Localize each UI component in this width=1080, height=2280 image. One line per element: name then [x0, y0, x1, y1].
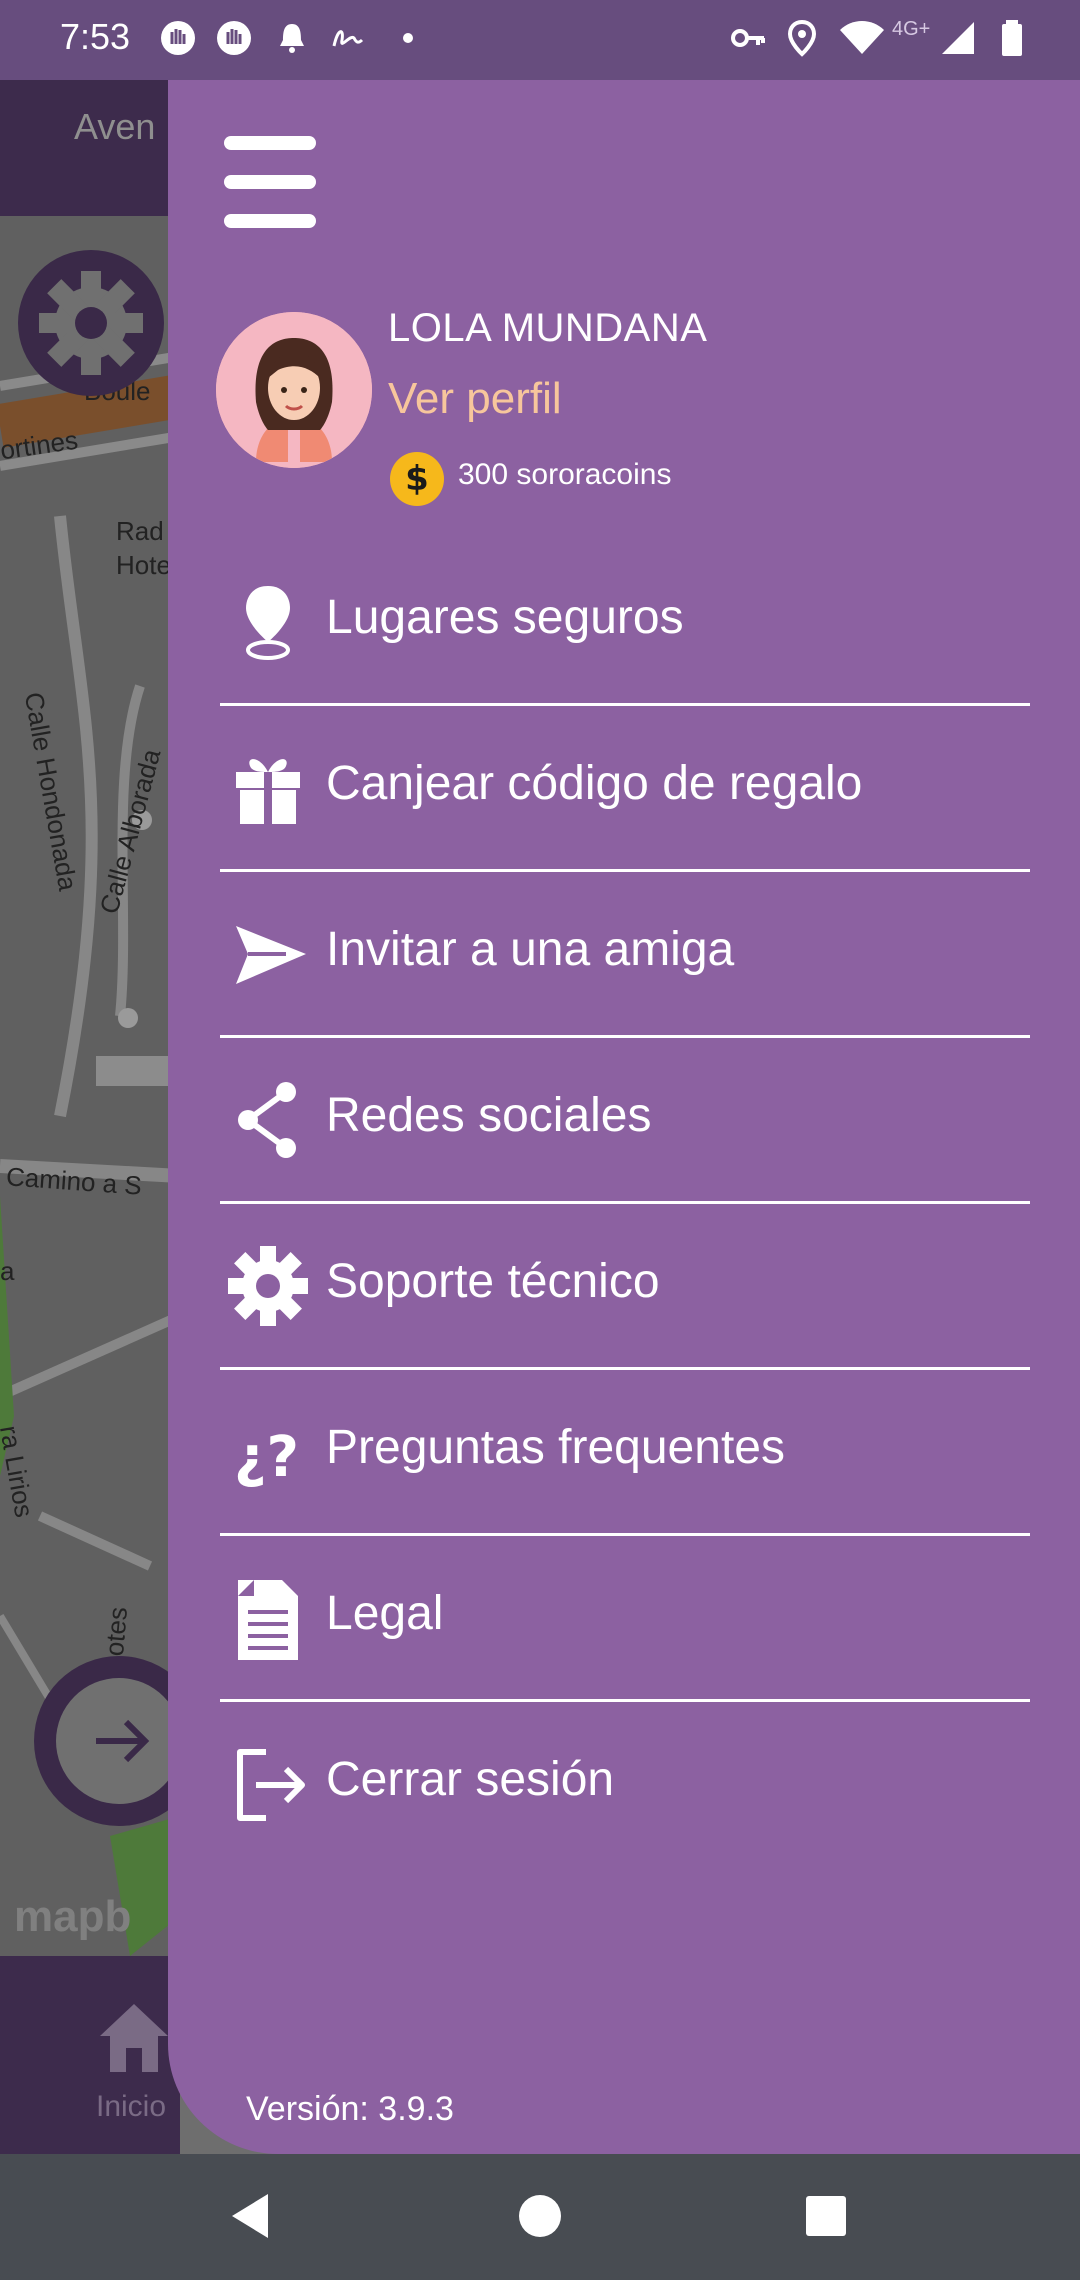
map-label: Rad: [116, 516, 164, 546]
menu-item-label: Invitar a una amiga: [326, 923, 735, 976]
menu-item-label: Soporte técnico: [326, 1255, 660, 1308]
map-label: otes: [98, 1605, 134, 1658]
dot-icon: [403, 33, 413, 43]
status-bar: 7:53 4G+: [0, 0, 1080, 80]
bottom-nav: Inicio: [0, 1956, 180, 2154]
home-icon[interactable]: [96, 2000, 172, 2076]
gear-icon: [228, 1246, 308, 1326]
signature-icon: [332, 30, 364, 47]
app-header-title: Aven: [74, 106, 156, 147]
avatar-image: [216, 312, 372, 468]
menu-item-safe-places[interactable]: Lugares seguros: [220, 540, 1030, 706]
menu-item-label: Cerrar sesión: [326, 1753, 615, 1806]
menu-item-label: Lugares seguros: [326, 591, 684, 644]
arrow-right-icon: [96, 1719, 150, 1763]
menu-item-redeem-gift[interactable]: Canjear código de regalo: [220, 706, 1030, 872]
bell-icon: [280, 24, 304, 53]
question-icon: ¿?: [234, 1425, 299, 1490]
map-view[interactable]: Boule ortines Rad Hote Calle Hondonada C…: [0, 216, 180, 1956]
gear-icon: [39, 271, 143, 375]
share-icon: [238, 1082, 296, 1158]
menu-item-tech-support[interactable]: Soporte técnico: [220, 1204, 1030, 1370]
user-name: LOLA MUNDANA: [388, 306, 708, 350]
menu-item-logout[interactable]: Cerrar sesión: [220, 1702, 1030, 1868]
map-settings-button[interactable]: [18, 250, 164, 396]
map-label: Hote: [116, 550, 171, 580]
coins-balance: 300 sororacoins: [458, 458, 672, 491]
menu-item-label: Canjear código de regalo: [326, 757, 863, 810]
nav-home-label[interactable]: Inicio: [96, 2090, 166, 2124]
app-header: Aven: [0, 80, 180, 216]
menu-item-label: Preguntas frequentes: [326, 1421, 785, 1474]
home-button-icon[interactable]: [500, 2176, 580, 2256]
view-profile-link[interactable]: Ver perfil: [388, 374, 562, 424]
menu-icon[interactable]: [224, 136, 316, 228]
back-icon[interactable]: [210, 2176, 290, 2256]
svg-text:¿?: ¿?: [234, 1425, 299, 1490]
recents-icon[interactable]: [786, 2176, 866, 2256]
menu-item-label: Legal: [326, 1587, 444, 1640]
menu-item-faq[interactable]: ¿? Preguntas frequentes: [220, 1370, 1030, 1536]
map-pin-icon: [246, 586, 290, 660]
battery-icon: [1002, 20, 1022, 56]
network-type: 4G+: [892, 18, 931, 40]
hand-icon: [161, 21, 195, 55]
menu-item-legal[interactable]: Legal: [220, 1536, 1030, 1702]
hand-icon: [217, 21, 251, 55]
logout-icon: [237, 1749, 305, 1821]
gift-icon: [236, 759, 300, 824]
menu-item-invite-friend[interactable]: Invitar a una amiga: [220, 872, 1030, 1038]
avatar[interactable]: [216, 312, 372, 468]
menu-item-label: Redes sociales: [326, 1089, 652, 1142]
map-label: a: [0, 1256, 15, 1286]
signal-icon: [942, 22, 974, 54]
system-nav-bar: [0, 2154, 1080, 2280]
coin-icon: $: [390, 452, 444, 506]
wifi-icon: [840, 21, 884, 54]
location-icon: [787, 19, 817, 57]
map-go-button[interactable]: [34, 1656, 180, 1826]
map-attribution: mapb: [14, 1892, 132, 1941]
document-icon: [238, 1580, 298, 1660]
vpn-key-icon: [731, 29, 765, 47]
app-version: Versión: 3.9.3: [246, 2090, 454, 2128]
menu-item-social-networks[interactable]: Redes sociales: [220, 1038, 1030, 1204]
navigation-drawer: LOLA MUNDANA Ver perfil $ 300 sororacoin…: [168, 80, 1080, 2154]
send-icon: [236, 926, 306, 984]
status-time: 7:53: [60, 16, 131, 57]
